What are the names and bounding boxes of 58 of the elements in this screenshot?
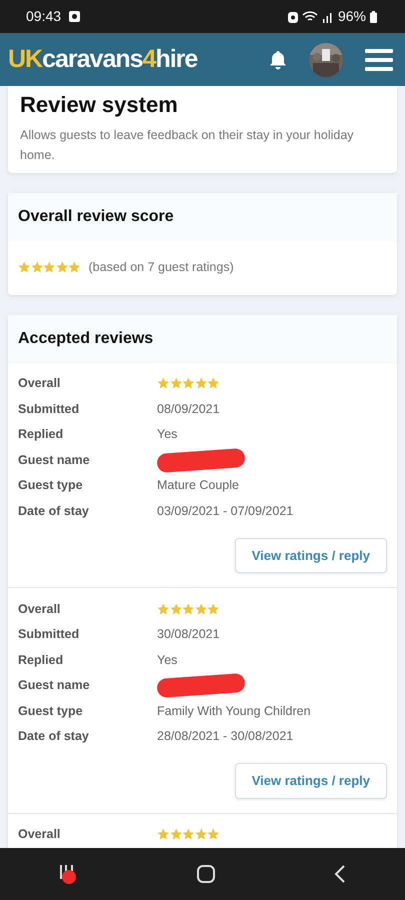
field-label: Guest name [18, 452, 91, 469]
field-label: Guest name [18, 677, 91, 694]
star-icon [30, 261, 43, 274]
star-icon [182, 828, 194, 841]
star-icon [157, 828, 170, 841]
field-value: Yes [157, 426, 178, 444]
field-value: 03/09/2021 - 07/09/2021 [157, 502, 294, 520]
field-value: 30/08/2021 [157, 626, 220, 644]
field-value: Yes [157, 652, 178, 669]
home-icon[interactable] [196, 864, 216, 884]
back-icon[interactable] [332, 864, 347, 884]
star-icon [207, 377, 220, 390]
star-icon [194, 828, 207, 841]
star-icon [157, 602, 170, 616]
star-icon [170, 377, 182, 390]
field-label: Replied [18, 426, 64, 444]
star-icon [182, 377, 194, 390]
star-icon [18, 261, 30, 274]
field-label: Guest type [18, 477, 84, 494]
star-icon [207, 602, 220, 616]
field-value: Mature Couple [157, 477, 239, 494]
clock-time: 09:43 [26, 7, 62, 26]
star-icon [68, 261, 80, 274]
battery-percent: 96% [338, 7, 366, 26]
field-value: Family With Young Children [157, 702, 311, 720]
card-title: Accepted reviews [8, 314, 397, 363]
card-title: Overall review score [8, 193, 397, 241]
field-label: Overall [18, 375, 62, 392]
field-label: Date of stay [18, 728, 90, 746]
field-label: Overall [18, 600, 62, 618]
star-icon [207, 828, 220, 841]
battery-icon [370, 10, 377, 22]
bell-icon[interactable] [269, 50, 287, 70]
signal-icon [322, 10, 334, 22]
card-description: Allows guests to leave feedback on their stay in your holiday home. [19, 127, 355, 164]
field-label: Guest type [18, 702, 84, 720]
field-label: Date of stay [18, 502, 90, 520]
star-icon [170, 828, 182, 841]
star-icon [170, 602, 182, 616]
star-icon [56, 261, 68, 274]
star-icon [194, 602, 207, 616]
star-icon [194, 377, 207, 390]
rating-note: (based on 7 guest ratings) [88, 259, 234, 276]
field-label: Submitted [18, 626, 80, 644]
star-icon [182, 602, 194, 616]
field-value: 28/08/2021 - 30/08/2021 [157, 728, 294, 746]
field-label: Overall [18, 826, 62, 844]
star-icon [157, 377, 170, 390]
field-label: Replied [18, 652, 64, 669]
wifi-icon [302, 10, 318, 22]
star-icon [43, 261, 56, 274]
field-label: Submitted [18, 400, 80, 418]
field-value: 08/09/2021 [157, 400, 220, 418]
menu-icon[interactable] [365, 48, 393, 72]
card-title: Review system [19, 91, 179, 119]
view-ratings-button[interactable]: View ratings / reply [234, 538, 387, 574]
notification-icon [69, 11, 80, 22]
view-ratings-button[interactable]: View ratings / reply [234, 763, 387, 799]
